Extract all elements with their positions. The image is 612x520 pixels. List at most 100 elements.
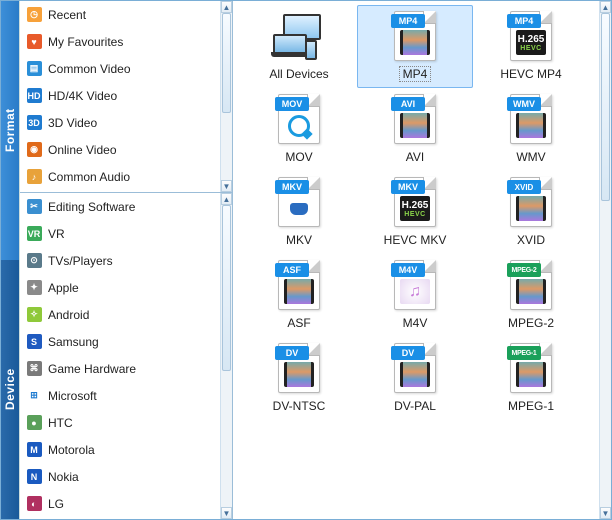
scroll-track[interactable] [600,13,611,507]
tile-label: M4V [399,315,432,331]
format-tile-hevc-mkv[interactable]: MKVH.265HEVC HEVC MKV [357,171,473,254]
sidebar-item-label: 3D Video [48,116,97,130]
format-grid: All Devices MP4 MP4 MP4H.265HEVC HEVC MP… [233,1,597,424]
sidebar-item-label: Recent [48,8,86,22]
format-tile-avi[interactable]: AVI AVI [357,88,473,171]
file-icon: MOV [278,94,320,144]
scroll-down-icon[interactable]: ▼ [600,507,611,519]
sidebar-item-label: TVs/Players [48,254,113,268]
format-tag: MOV [275,97,309,111]
scroll-thumb[interactable] [601,13,610,201]
file-icon: M4V♫ [394,260,436,310]
scroll-up-icon[interactable]: ▲ [600,1,611,13]
tile-label: XVID [513,232,549,248]
sidebar-item-label: My Favourites [48,35,123,49]
sidebar-item-tvs-players[interactable]: ⊙ TVs/Players [20,247,220,274]
tile-label: AVI [402,149,428,165]
sidebar-item-samsung[interactable]: S Samsung [20,328,220,355]
vtab-device[interactable]: Device [1,260,19,519]
sidebar-item-online-video[interactable]: ◉ Online Video [20,136,220,163]
format-tile-all-devices[interactable]: All Devices [241,5,357,88]
htc-icon: ● [26,415,42,431]
scroll-thumb[interactable] [222,13,231,113]
scrollbar[interactable]: ▲ ▼ [599,1,611,519]
format-tile-m4v[interactable]: M4V♫ M4V [357,254,473,337]
tile-label: DV-PAL [390,398,440,414]
sidebar-item-common-video[interactable]: ▤ Common Video [20,55,220,82]
scrollbar[interactable]: ▲ ▼ [220,1,232,192]
format-tag: MPEG-2 [507,263,541,277]
sidebar-item-blackberry[interactable]: ▪ BlackBerry [20,517,220,519]
file-icon: MKVH.265HEVC [394,177,436,227]
sidebar-item-label: Common Video [48,62,131,76]
sidebar-item-recent[interactable]: ◷ Recent [20,1,220,28]
format-category-list: ◷ Recent ♥ My Favourites ▤ Common Video … [20,1,220,192]
format-tile-xvid[interactable]: XVID XVID [473,171,589,254]
tile-icon-wrap: MPEG-2 [505,259,557,311]
sidebar-item-htc[interactable]: ● HTC [20,409,220,436]
scroll-down-icon[interactable]: ▼ [221,180,232,192]
scroll-track[interactable] [221,13,232,180]
sidebar-item-hd-4k-video[interactable]: HD HD/4K Video [20,82,220,109]
film-blue-icon: ▤ [26,61,42,77]
scrollbar[interactable]: ▲ ▼ [220,193,232,519]
sidebar-item-apple[interactable]: ✦ Apple [20,274,220,301]
format-tile-wmv[interactable]: WMV WMV [473,88,589,171]
sidebar-item-motorola[interactable]: M Motorola [20,436,220,463]
format-tile-asf[interactable]: ASF ASF [241,254,357,337]
format-tile-mpeg-1[interactable]: MPEG-1 MPEG-1 [473,337,589,420]
format-tag: DV [275,346,309,360]
sidebar-item-label: Online Video [48,143,117,157]
sidebar-item-3d-video[interactable]: 3D 3D Video [20,109,220,136]
android-icon: ✧ [26,307,42,323]
format-tag: MKV [391,180,425,194]
scroll-thumb[interactable] [222,205,231,371]
sidebar-item-label: Microsoft [48,389,97,403]
format-tile-mkv[interactable]: MKV MKV [241,171,357,254]
format-tag: AVI [391,97,425,111]
sidebar-item-editing-software[interactable]: ✂ Editing Software [20,193,220,220]
tile-label: DV-NTSC [269,398,330,414]
file-icon: MPEG-1 [510,343,552,393]
scroll-track[interactable] [221,205,232,507]
file-icon: MPEG-2 [510,260,552,310]
vertical-tabs: Format Device [1,1,19,519]
format-tag: M4V [391,263,425,277]
tile-icon-wrap [273,10,325,62]
category-column: ◷ Recent ♥ My Favourites ▤ Common Video … [19,1,232,519]
format-tile-mov[interactable]: MOV MOV [241,88,357,171]
format-tag: WMV [507,97,541,111]
tile-icon-wrap: XVID [505,176,557,228]
samsung-icon: S [26,334,42,350]
tile-label: MOV [281,149,316,165]
sidebar-item-label: Samsung [48,335,99,349]
sidebar-item-my-favourites[interactable]: ♥ My Favourites [20,28,220,55]
sidebar-item-label: Game Hardware [48,362,136,376]
scroll-up-icon[interactable]: ▲ [221,193,232,205]
sidebar-item-lg[interactable]: ◐ LG [20,490,220,517]
sidebar-item-android[interactable]: ✧ Android [20,301,220,328]
sidebar-item-vr[interactable]: VR VR [20,220,220,247]
sidebar-item-microsoft[interactable]: ⊞ Microsoft [20,382,220,409]
sidebar-item-label: Motorola [48,443,95,457]
fire-icon: ◉ [26,142,42,158]
format-tile-dv-pal[interactable]: DV DV-PAL [357,337,473,420]
format-tile-mpeg-2[interactable]: MPEG-2 MPEG-2 [473,254,589,337]
format-tile-mp4[interactable]: MP4 MP4 [357,5,473,88]
vtab-format[interactable]: Format [1,1,19,260]
app-window: Format Device ◷ Recent ♥ My Favourites ▤… [0,0,612,520]
sidebar-item-common-audio[interactable]: ♪ Common Audio [20,163,220,190]
tile-icon-wrap: DV [273,342,325,394]
format-tile-hevc-mp4[interactable]: MP4H.265HEVC HEVC MP4 [473,5,589,88]
scroll-up-icon[interactable]: ▲ [221,1,232,13]
music-icon: ♪ [26,169,42,185]
tile-icon-wrap: MOV [273,93,325,145]
heart-icon: ♥ [26,34,42,50]
tile-label: MP4 [399,66,432,82]
edit-icon: ✂ [26,199,42,215]
sidebar-item-nokia[interactable]: N Nokia [20,463,220,490]
sidebar-item-label: LG [48,497,64,511]
sidebar-item-game-hardware[interactable]: ⌘ Game Hardware [20,355,220,382]
scroll-down-icon[interactable]: ▼ [221,507,232,519]
format-tile-dv-ntsc[interactable]: DV DV-NTSC [241,337,357,420]
